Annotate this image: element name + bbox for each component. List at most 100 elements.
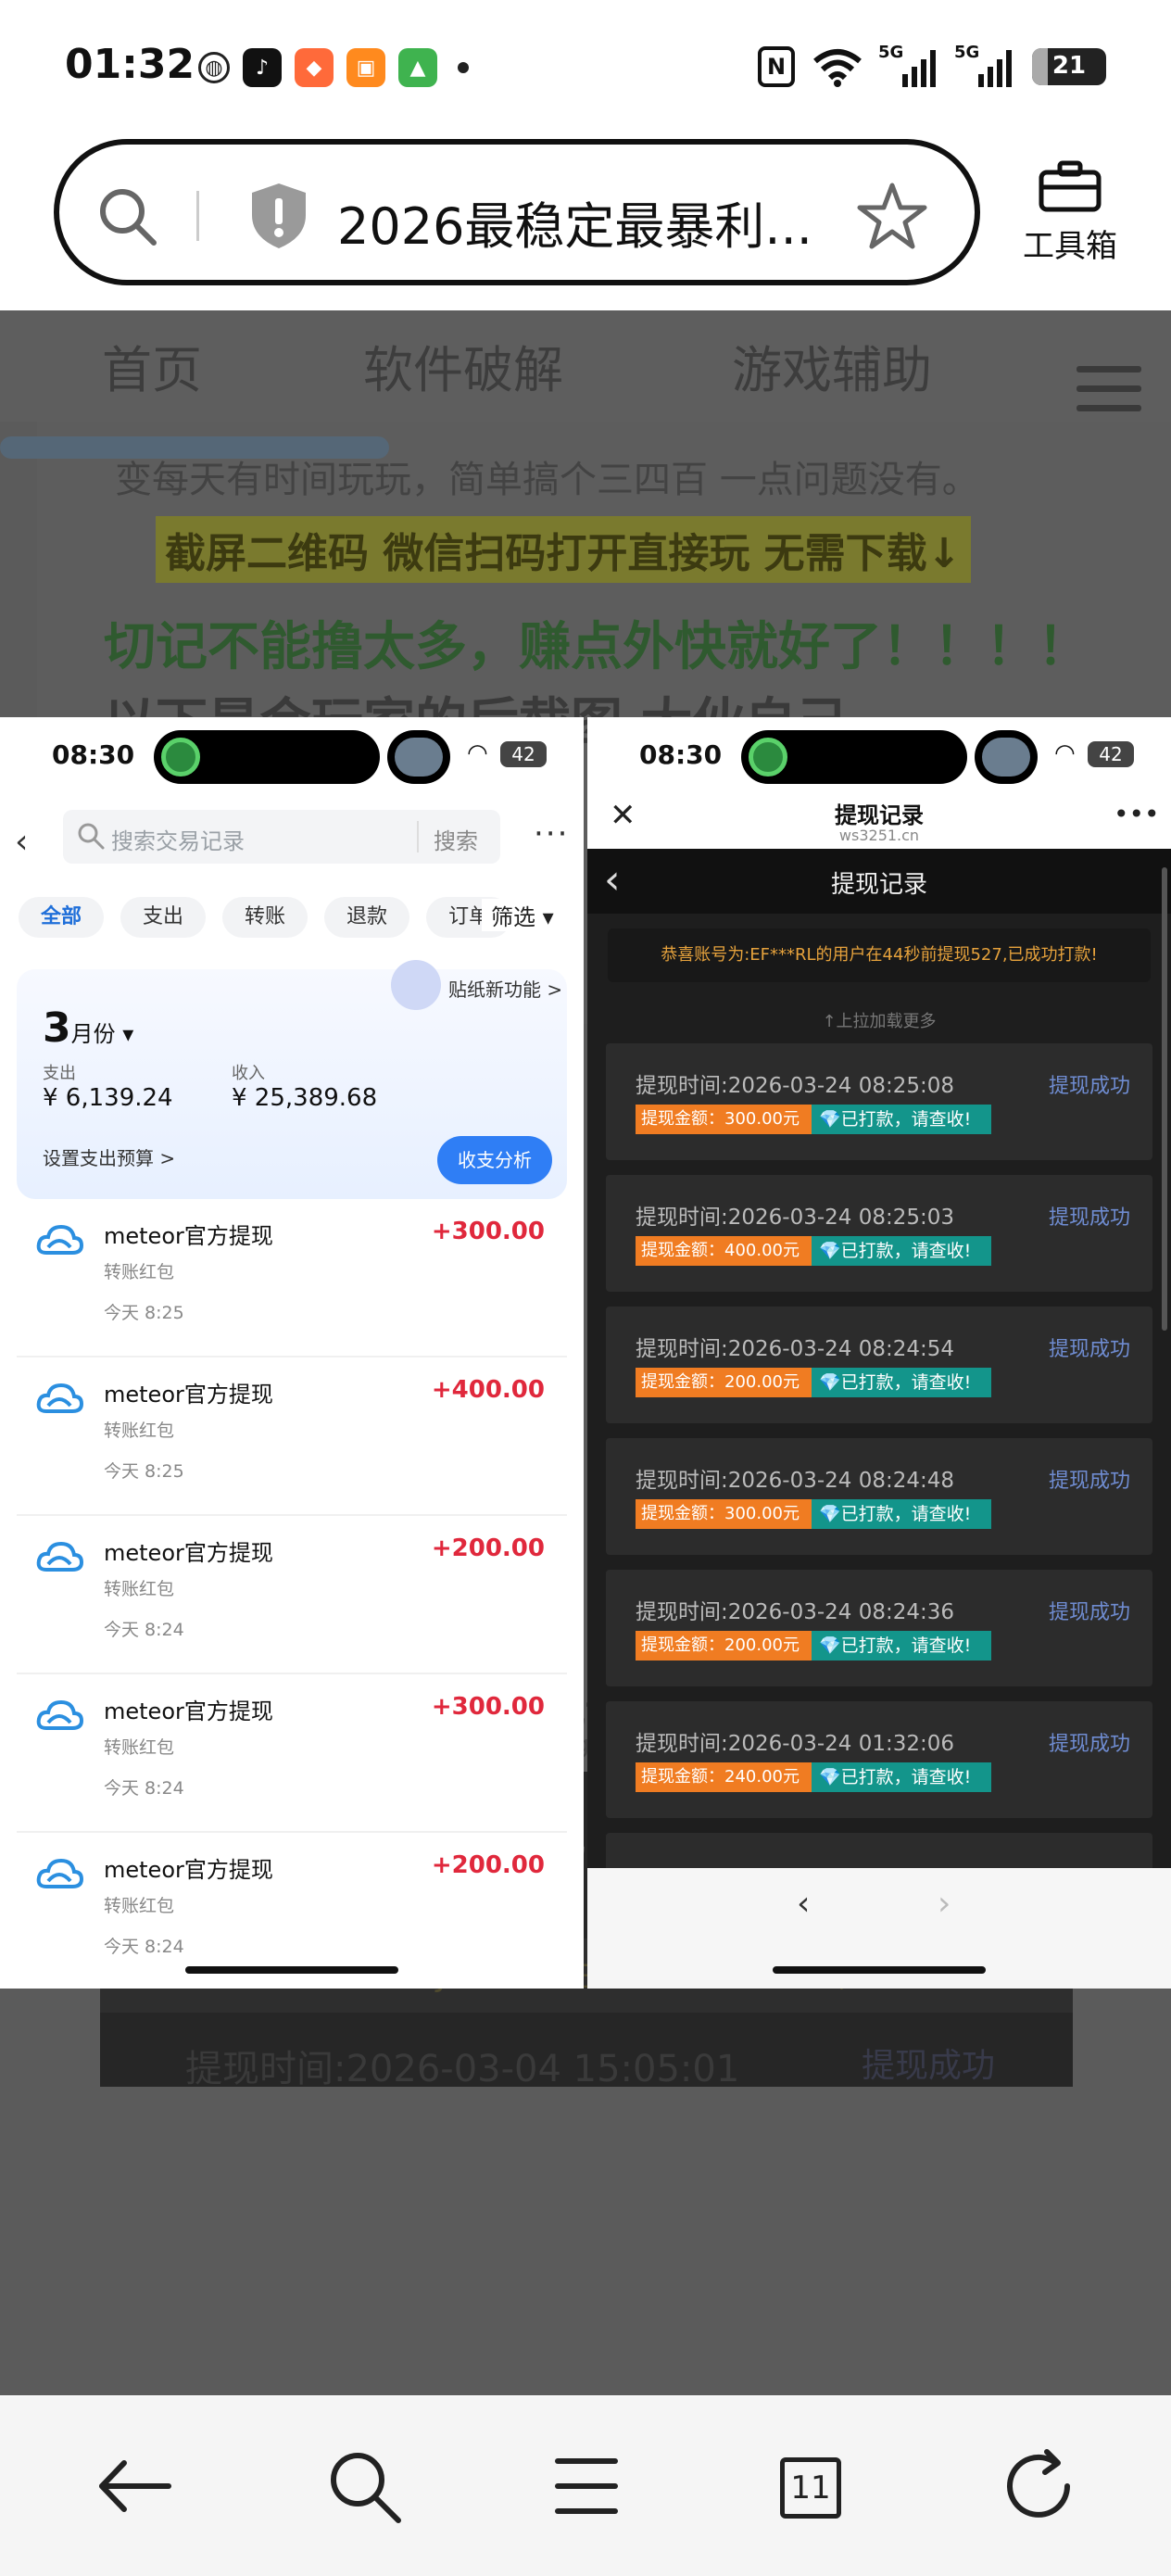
- list-item[interactable]: meteor官方提现 转账红包 今天 8:25 +300.00: [17, 1199, 567, 1357]
- set-budget-link[interactable]: 设置支出预算 >: [43, 1143, 175, 1170]
- home-indicator: [773, 1966, 986, 1974]
- toolbox-icon: [1039, 160, 1102, 212]
- search-icon[interactable]: [96, 185, 157, 246]
- tx-time: 今天 8:25: [104, 1303, 184, 1323]
- address-bar[interactable]: 2026最稳定最暴利...: [54, 139, 980, 285]
- nav-game[interactable]: 游戏辅助: [732, 329, 932, 402]
- nav-software[interactable]: 软件破解: [363, 329, 563, 402]
- mini-time: 08:30: [639, 739, 723, 770]
- back-arrow-icon[interactable]: [93, 2444, 176, 2528]
- record-amount: 提现金额：240.00元: [636, 1762, 812, 1792]
- more-icon[interactable]: •••: [1114, 799, 1160, 829]
- record-status: 提现成功: [1049, 1601, 1131, 1624]
- month-number: 3: [43, 1004, 71, 1052]
- shield-warning-icon[interactable]: [248, 182, 309, 250]
- record-time: 提现时间:2026-03-24 08:24:48: [636, 1469, 955, 1493]
- cloud-icon: [36, 1699, 83, 1730]
- expense-label: 支出: [43, 1064, 76, 1083]
- wifi-icon: ◠: [467, 739, 488, 767]
- chip-transfer[interactable]: 转账: [222, 897, 308, 938]
- refresh-icon[interactable]: [997, 2444, 1080, 2528]
- list-item[interactable]: meteor官方提现 转账红包 今天 8:24 +200.00: [17, 1833, 567, 1989]
- toolbox-label: 工具箱: [1023, 228, 1117, 265]
- search-input[interactable]: 搜索交易记录 搜索: [63, 810, 500, 864]
- notification-icons: ◍ ♪ ◆ ▣ ▲: [198, 48, 469, 87]
- cloud-icon: [36, 1541, 83, 1572]
- chip-all[interactable]: 全部: [19, 897, 105, 938]
- search-button[interactable]: 搜索: [434, 823, 478, 855]
- record-status: 提现成功: [1049, 1733, 1131, 1756]
- webview-title: 提现记录: [835, 802, 924, 828]
- record-time: 提现时间:2026-03-24 08:24:36: [636, 1600, 955, 1624]
- nav-home[interactable]: 首页: [102, 329, 202, 402]
- chip-refund[interactable]: 退款: [324, 897, 410, 938]
- month-selector[interactable]: 3月份 ▾: [43, 1004, 133, 1052]
- record-time: 提现时间:2026-03-24 08:24:54: [636, 1337, 955, 1361]
- tx-type: 转账红包: [104, 1579, 175, 1599]
- record-amount: 提现金额：200.00元: [636, 1631, 812, 1661]
- withdraw-record-screenshot: 08:30 ◠ 42 ✕ 提现记录 ws3251.cn ••• ‹ 提现记录 恭…: [587, 717, 1171, 1989]
- record-item: 提现时间:2026-03-24 08:25:08 提现成功 提现金额：300.0…: [606, 1043, 1152, 1160]
- tx-type: 转账红包: [104, 1896, 175, 1916]
- prev-page-icon[interactable]: ‹: [797, 1885, 810, 1923]
- avatar: [387, 730, 450, 784]
- cloud-icon: [36, 1858, 83, 1888]
- toolbox-button[interactable]: 工具箱: [1019, 159, 1121, 266]
- tx-type: 转账红包: [104, 1421, 175, 1441]
- page-title[interactable]: 2026最稳定最暴利...: [337, 185, 819, 259]
- record-title: 提现记录: [830, 871, 927, 899]
- tx-time: 今天 8:25: [104, 1461, 184, 1482]
- tabs-button[interactable]: 11: [780, 2457, 841, 2519]
- record-page: ‹ 提现记录 恭喜账号为:EF***RL的用户在44秒前提现527,已成功打款!…: [587, 849, 1171, 1868]
- tx-name: meteor官方提现: [104, 1540, 273, 1566]
- list-item[interactable]: meteor官方提现 转账红包 今天 8:25 +400.00: [17, 1357, 567, 1516]
- mini-time: 08:30: [52, 739, 135, 770]
- status-bar: 01:32 ◍ ♪ ◆ ▣ ▲ N 5G 5G 21: [0, 0, 1171, 139]
- more-notifications-dot: [458, 62, 469, 73]
- status-right: N 5G 5G 21: [758, 43, 1106, 87]
- list-item[interactable]: meteor官方提现 转账红包 今天 8:24 +200.00: [17, 1516, 567, 1674]
- cloud-icon: [36, 1224, 83, 1255]
- tx-type: 转账红包: [104, 1737, 175, 1758]
- record-time: 提现时间:2026-03-24 08:25:03: [636, 1206, 955, 1230]
- income-label: 收入: [232, 1064, 265, 1083]
- back-icon[interactable]: ‹: [15, 823, 28, 861]
- wifi-icon: [813, 49, 862, 87]
- network-label: 5G: [878, 43, 904, 62]
- more-icon[interactable]: ···: [534, 815, 569, 852]
- next-page-icon[interactable]: ›: [938, 1885, 951, 1923]
- signal-icon: 5G: [878, 43, 939, 87]
- wifi-icon: ◠: [1054, 739, 1076, 767]
- bookmark-star-icon[interactable]: [856, 180, 928, 252]
- record-paid: 💎已打款，请查收!: [812, 1631, 991, 1661]
- month-suffix: 月份 ▾: [70, 1021, 134, 1047]
- transaction-list: meteor官方提现 转账红包 今天 8:25 +300.00 meteor官方…: [17, 1199, 567, 1989]
- analysis-button[interactable]: 收支分析: [437, 1136, 552, 1184]
- cloud-icon: [36, 1383, 83, 1413]
- list-item[interactable]: meteor官方提现 转账红包 今天 8:24 +300.00: [17, 1674, 567, 1833]
- filter-button[interactable]: 筛选 ▾: [482, 899, 554, 931]
- monthly-summary-card: 贴纸新功能 > 3月份 ▾ 支出 ¥ 6,139.24 收入 ¥ 25,389.…: [17, 960, 567, 1199]
- sticker-feature-link[interactable]: 贴纸新功能 >: [387, 960, 567, 1010]
- search-icon[interactable]: [322, 2444, 406, 2528]
- battery-icon: 42: [1088, 741, 1134, 767]
- search-icon: [78, 823, 105, 850]
- tx-amount: +400.00: [431, 1376, 545, 1404]
- chip-expense[interactable]: 支出: [120, 897, 207, 938]
- tx-time: 今天 8:24: [104, 1937, 184, 1957]
- tx-name: meteor官方提现: [104, 1223, 273, 1249]
- dynamic-island: [154, 730, 380, 784]
- record-amount: 提现金额：300.00元: [636, 1499, 812, 1529]
- home-indicator: [185, 1966, 398, 1974]
- scrollbar[interactable]: [1162, 867, 1167, 1331]
- tx-amount: +300.00: [431, 1218, 545, 1245]
- lower-record-time: 提现时间:2026-03-04 15:05:01: [185, 2048, 740, 2090]
- menu-icon[interactable]: [1077, 366, 1141, 424]
- record-status: 提现成功: [1049, 1075, 1131, 1098]
- menu-icon[interactable]: [545, 2444, 628, 2528]
- battery-icon: 21: [1032, 48, 1106, 85]
- article-highlight: 截屏二维码 微信扫码打开直接玩 无需下载↓: [156, 516, 971, 583]
- record-paid: 💎已打款，请查收!: [812, 1762, 991, 1792]
- site-nav: 首页 软件破解 游戏辅助: [0, 310, 1171, 422]
- tx-time: 今天 8:24: [104, 1778, 184, 1799]
